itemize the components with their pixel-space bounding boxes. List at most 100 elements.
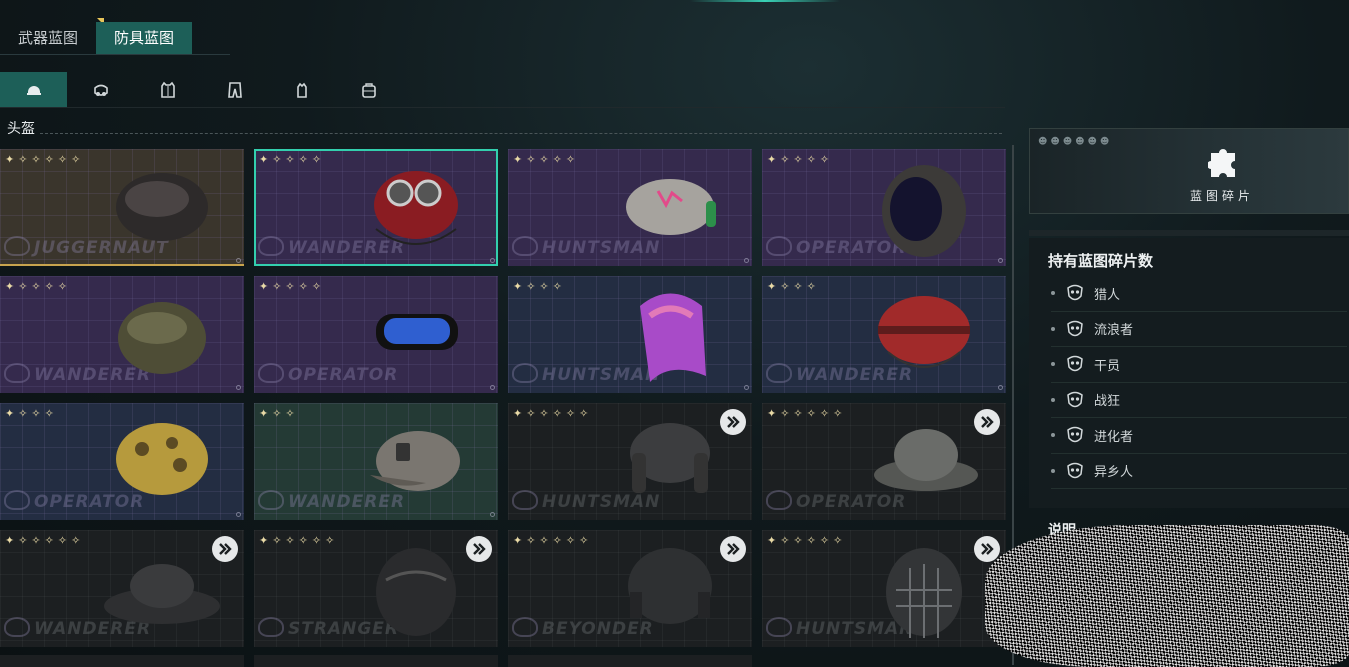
blueprint-card[interactable]: ✦✧✧✧✧ WANDERER [254, 149, 498, 266]
blueprint-grid: ✦✧✧✧✧✧ JUGGERNAUT ✦✧✧✧✧ WANDERER ✦✧✧✧✧ HUNTSM… [0, 149, 1006, 647]
helmet-icon [26, 85, 41, 95]
category-divider [0, 107, 1005, 108]
rarity-stars: ✦✧✧✧✧ [259, 153, 326, 166]
baseball-cap-helmet-image [370, 431, 460, 491]
corner-indicator [236, 385, 241, 390]
faction-name: 干员 [1094, 358, 1121, 374]
category-helmet[interactable] [0, 72, 67, 107]
rarity-stars: ✦✧✧✧✧✧ [259, 534, 339, 547]
category-vest[interactable] [134, 72, 201, 107]
rarity-stars: ✦✧✧✧✧✧ [5, 153, 85, 166]
top-glow-line [690, 0, 840, 2]
locked-badge-icon [974, 409, 1000, 435]
corner-indicator [744, 258, 749, 263]
faction-logo-icon [512, 236, 538, 256]
backpack-icon [361, 82, 376, 98]
rarity-stars: ✦✧✧✧✧ [513, 153, 580, 166]
card-accent-bar [0, 264, 244, 266]
corner-indicator [490, 512, 495, 517]
faction-logo-icon [766, 617, 792, 637]
blueprint-card[interactable]: ✦✧✧ WANDERER [254, 403, 498, 520]
faction-logo-icon [512, 490, 538, 510]
faction-row: 异乡人 [1051, 454, 1347, 489]
blueprint-card[interactable]: ✦✧✧✧✧ OPERATOR [254, 276, 498, 393]
faction-name: 进化者 [1094, 429, 1134, 445]
blueprint-card[interactable]: ✦✧✧✧ OPERATOR [0, 403, 244, 520]
spiked-dark-helmet-image [116, 173, 208, 241]
rarity-stars: ✦✧✧✧ [5, 407, 58, 420]
camo-helmet-helmet-image [116, 423, 208, 495]
faction-logo-icon [4, 236, 30, 256]
locked-badge-icon [212, 536, 238, 562]
bullet [1051, 397, 1055, 402]
blue-goggles-helmet-image [376, 314, 458, 350]
faction-logo-icon [4, 363, 30, 383]
blueprint-fragment-box[interactable]: ☻☻☻☻☻☻ 蓝图碎片 [1029, 128, 1349, 214]
wanderer-faction-icon [1067, 320, 1083, 336]
faction-list: 猎人 流浪者 干员 战狂 进化者 异乡人 [1051, 276, 1347, 489]
hunter-faction-icon [1067, 285, 1083, 301]
trapper-hat-helmet-image [630, 423, 710, 493]
rarity-stars: ✦✧✧✧✧✧ [5, 534, 85, 547]
evolver-faction-icon [1067, 427, 1083, 443]
main-tabs: 武器蓝图 防具蓝图 [0, 18, 193, 54]
juggernaut-faction-icon [1067, 391, 1083, 407]
section-title: 头盔 [7, 121, 35, 137]
blueprint-card[interactable]: ✦✧✧✧ HUNTSMAN [508, 276, 752, 393]
blueprint-card[interactable]: ✦✧✧✧✧✧ BEYONDER [508, 530, 752, 647]
section-divider [40, 133, 1002, 134]
category-gloves[interactable] [268, 72, 335, 107]
rarity-stars: ✦✧✧✧✧ [5, 280, 72, 293]
rarity-stars: ✦✧✧✧✧✧ [513, 407, 593, 420]
bullet [1051, 468, 1055, 473]
blueprint-card[interactable]: ✦✧✧✧✧ WANDERER [0, 276, 244, 393]
blueprint-card[interactable]: ✦✧✧✧✧✧ HUNTSMAN [508, 403, 752, 520]
corner-indicator [236, 512, 241, 517]
bullet [1051, 291, 1055, 296]
rarity-stars: ✦✧✧✧✧ [259, 280, 326, 293]
category-mask[interactable] [67, 72, 134, 107]
faction-logo-icon [258, 363, 284, 383]
red-goggles-helmet-image [374, 171, 458, 245]
full-face-helmet-image [882, 165, 966, 257]
faction-row: 战狂 [1051, 383, 1347, 418]
category-backpack[interactable] [335, 72, 402, 107]
corner-indicator [490, 385, 495, 390]
pants-icon [227, 81, 242, 98]
tab-weapon-blueprints[interactable]: 武器蓝图 [0, 18, 105, 54]
blueprint-card[interactable]: ✦✧✧✧✧✧ OPERATOR [762, 403, 1006, 520]
faction-logo-icon [4, 490, 30, 510]
bullet [1051, 433, 1055, 438]
faction-name: 战狂 [1094, 394, 1121, 410]
faction-logo-icon [258, 236, 284, 256]
blueprint-card[interactable]: ✦✧✧✧✧✧ HUNTSMAN [762, 530, 1006, 647]
blueprint-card[interactable]: ✦✧✧✧✧✧ JUGGERNAUT [0, 149, 244, 266]
bullet [1051, 326, 1055, 331]
blueprint-card[interactable]: ✦✧✧✧✧ OPERATOR [762, 149, 1006, 266]
locked-badge-icon [974, 536, 1000, 562]
rarity-stars: ✦✧✧ [259, 407, 299, 420]
panel-strip [1029, 230, 1349, 236]
stranger-faction-icon [1067, 462, 1083, 478]
blueprint-card[interactable]: ✦✧✧✧ WANDERER [762, 276, 1006, 393]
cap-headphones-helmet-image [626, 179, 716, 235]
blueprint-card[interactable]: ✦✧✧✧✧✧ WANDERER [0, 530, 244, 647]
blueprint-card[interactable]: ✦✧✧✧✧✧ STRANGER [254, 530, 498, 647]
faction-logo-icon [512, 617, 538, 637]
cowboy-hat-helmet-image [104, 564, 220, 624]
moto-helmet-helmet-image [376, 548, 456, 636]
rarity-stars: ✦✧✧✧ [767, 280, 820, 293]
faction-logo-icon [258, 490, 284, 510]
rarity-stars: ✦✧✧✧✧ [767, 153, 834, 166]
tab-armor-blueprints[interactable]: 防具蓝图 [96, 22, 193, 54]
category-pants[interactable] [201, 72, 268, 107]
fragment-label: 蓝图碎片 [1190, 189, 1255, 203]
corner-indicator [236, 258, 241, 263]
glove-icon [296, 82, 307, 98]
faction-logo-icon [766, 236, 792, 256]
rarity-stars: ✦✧✧✧✧✧ [767, 534, 847, 547]
corner-indicator [998, 258, 1003, 263]
blueprint-card[interactable]: ✦✧✧✧✧ HUNTSMAN [508, 149, 752, 266]
faction-row: 进化者 [1051, 418, 1347, 454]
fragment-stats-panel: 持有蓝图碎片数 猎人 流浪者 干员 战狂 进化者 异乡人 [1029, 238, 1349, 508]
